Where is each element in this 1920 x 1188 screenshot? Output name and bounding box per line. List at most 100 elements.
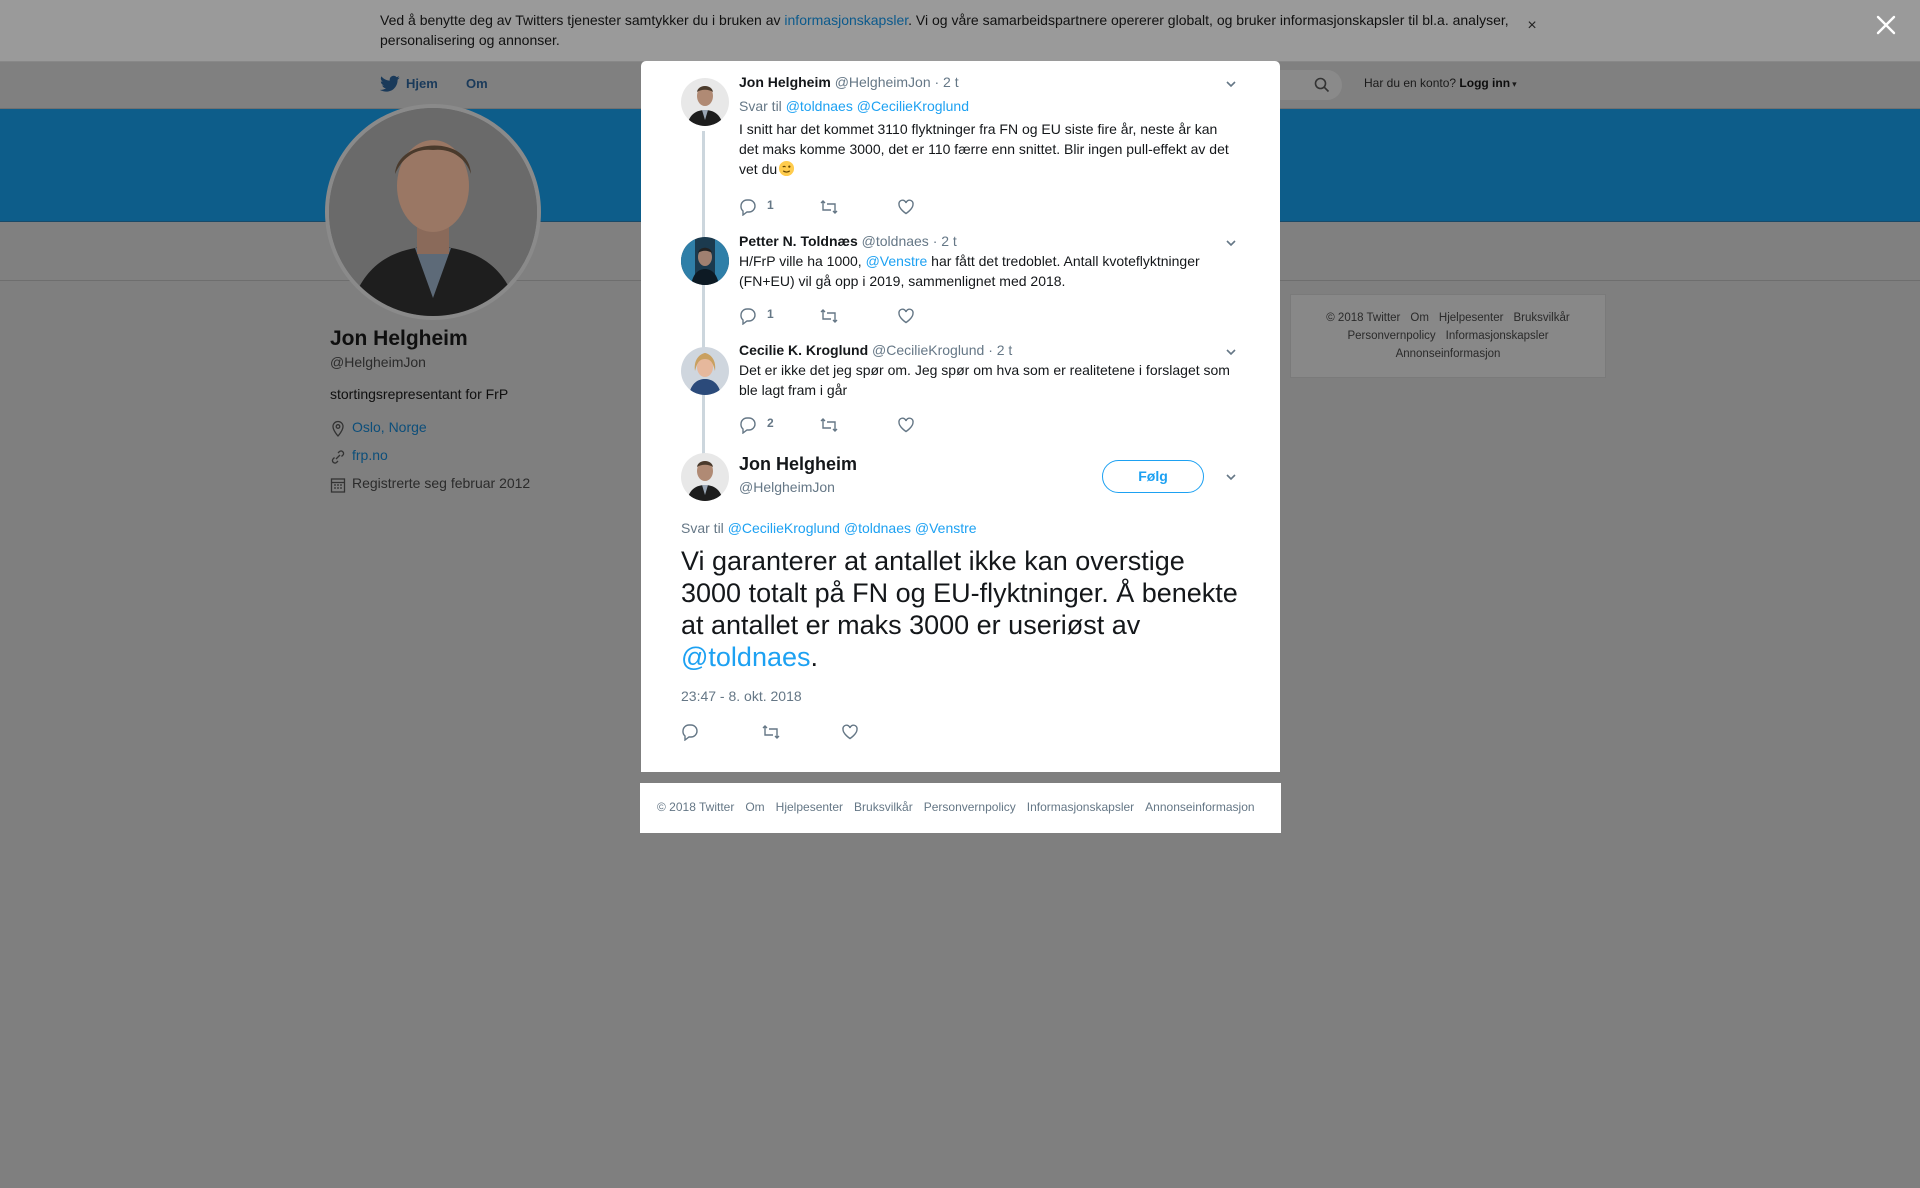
side-footer-privacy[interactable]: Personvernpolicy <box>1347 330 1435 342</box>
like-button[interactable] <box>897 198 915 216</box>
tweet-author-name[interactable]: Cecilie K. Kroglund <box>739 342 868 358</box>
search-icon[interactable] <box>1314 77 1330 98</box>
location-icon <box>330 420 346 441</box>
main-tweet-body: Vi garanterer at antallet ikke kan overs… <box>681 546 1238 640</box>
mention-link[interactable]: @toldnaes <box>844 520 911 536</box>
wink-emoji-icon <box>778 160 795 182</box>
follow-button[interactable]: Følg <box>1102 460 1204 493</box>
retweet-button[interactable] <box>761 723 781 741</box>
side-footer-copyright: © 2018 Twitter <box>1326 312 1401 324</box>
retweet-button[interactable] <box>819 198 839 216</box>
close-icon[interactable] <box>1873 12 1899 38</box>
side-footer-help[interactable]: Hjelpesenter <box>1439 312 1504 324</box>
calendar-icon <box>330 476 346 497</box>
footer-cookies[interactable]: Informasjonskapsler <box>1027 800 1134 814</box>
retweet-button[interactable] <box>819 307 839 325</box>
avatar[interactable] <box>681 453 729 501</box>
reply-count: 2 <box>767 416 774 430</box>
nav-home[interactable]: Hjem <box>406 76 438 91</box>
tweet-time[interactable]: · 2 t <box>935 74 959 90</box>
reply-icon[interactable] <box>739 308 757 329</box>
avatar[interactable] <box>681 347 729 395</box>
tweet-time[interactable]: · 2 t <box>933 233 957 249</box>
reply-label: Svar til <box>739 98 782 114</box>
main-tweet-text: Vi garanterer at antallet ikke kan overs… <box>681 545 1251 673</box>
side-footer-about[interactable]: Om <box>1410 312 1429 324</box>
footer-terms[interactable]: Bruksvilkår <box>854 800 913 814</box>
mention-link[interactable]: @CecilieKroglund <box>728 520 840 536</box>
footer-help[interactable]: Hjelpesenter <box>776 800 843 814</box>
modal-footer: © 2018 Twitter Om Hjelpesenter Bruksvilkår P… <box>640 783 1281 833</box>
profile-handle[interactable]: @HelgheimJon <box>330 354 426 370</box>
like-icon[interactable] <box>897 417 915 438</box>
footer-about[interactable]: Om <box>745 800 764 814</box>
profile-bio: stortingsrepresentant for FrP <box>330 386 509 402</box>
main-tweet-author-handle[interactable]: @HelgheimJon <box>739 479 835 495</box>
mention-link[interactable]: @toldnaes <box>786 98 853 114</box>
cookie-banner: Ved å benytte deg av Twitters tjenester … <box>0 0 1920 62</box>
main-tweet-author-name[interactable]: Jon Helgheim <box>739 454 857 475</box>
side-footer-ads[interactable]: Annonseinformasjon <box>1396 348 1501 360</box>
link-icon <box>330 448 346 469</box>
like-button[interactable] <box>897 307 915 325</box>
twitter-bird-icon[interactable] <box>380 75 400 98</box>
retweet-icon[interactable] <box>819 309 839 329</box>
side-footer-terms[interactable]: Bruksvilkår <box>1513 312 1569 324</box>
like-icon[interactable] <box>841 724 859 745</box>
mention-link[interactable]: @toldnaes <box>681 642 811 672</box>
cookie-info-link[interactable]: informasjonskapsler <box>784 12 908 28</box>
reply-label: Svar til <box>681 520 724 536</box>
reply-icon[interactable] <box>739 417 757 438</box>
tweet-author-name[interactable]: Petter N. Toldnæs <box>739 233 858 249</box>
tweet-author-handle[interactable]: @toldnaes <box>862 233 929 249</box>
thread-tweet[interactable]: Jon Helgheim @HelgheimJon · 2 t Svar til… <box>739 72 1239 182</box>
avatar[interactable] <box>681 237 729 285</box>
tweet-author-handle[interactable]: @CecilieKroglund <box>872 342 984 358</box>
cookie-close-button[interactable]: × <box>1524 18 1540 34</box>
nav-about[interactable]: Om <box>466 76 488 91</box>
tweet-time[interactable]: · 2 t <box>988 342 1012 358</box>
avatar[interactable] <box>681 78 729 126</box>
side-footer-cookies[interactable]: Informasjonskapsler <box>1446 330 1549 342</box>
retweet-icon[interactable] <box>819 200 839 220</box>
tweet-author-name[interactable]: Jon Helgheim <box>739 74 831 90</box>
location-link[interactable]: Oslo, Norge <box>352 419 427 435</box>
main-tweet-reply-to: Svar til @CecilieKroglund @toldnaes @Ven… <box>681 520 977 536</box>
tweet-text: I snitt har det kommet 3110 flyktninger … <box>739 121 1229 177</box>
reply-button[interactable]: 1 <box>739 198 774 217</box>
tweet-text: H/FrP ville ha 1000, <box>739 253 866 269</box>
footer-privacy[interactable]: Personvernpolicy <box>924 800 1016 814</box>
caret-down-icon[interactable]: ▾ <box>1512 79 1517 89</box>
mention-link[interactable]: @Venstre <box>915 520 977 536</box>
retweet-icon[interactable] <box>819 418 839 438</box>
thread-tweet[interactable]: Petter N. Toldnæs @toldnaes · 2 t H/FrP … <box>739 231 1239 291</box>
main-tweet-end: . <box>810 642 819 672</box>
login-link[interactable]: Logg inn <box>1459 76 1510 90</box>
reply-button[interactable]: 2 <box>739 416 774 435</box>
retweet-button[interactable] <box>819 416 839 434</box>
like-button[interactable] <box>897 416 915 434</box>
reply-icon[interactable] <box>681 724 699 745</box>
reply-button[interactable] <box>681 723 699 742</box>
like-icon[interactable] <box>897 199 915 220</box>
tweet-author-handle[interactable]: @HelgheimJon <box>835 74 931 90</box>
footer-copyright: © 2018 Twitter <box>657 800 735 814</box>
reply-icon[interactable] <box>739 199 757 220</box>
retweet-icon[interactable] <box>761 725 781 745</box>
chevron-down-icon[interactable] <box>1224 470 1238 484</box>
mention-link[interactable]: @Venstre <box>866 253 928 269</box>
profile-name[interactable]: Jon Helgheim <box>330 327 468 351</box>
account-prompt: Har du en konto? <box>1364 76 1457 90</box>
like-button[interactable] <box>841 723 859 741</box>
joined-text: Registrerte seg februar 2012 <box>352 475 531 491</box>
like-icon[interactable] <box>897 308 915 329</box>
profile-avatar[interactable] <box>325 104 541 320</box>
footer-ads[interactable]: Annonseinformasjon <box>1145 800 1254 814</box>
reply-count: 1 <box>767 307 774 321</box>
mention-link[interactable]: @CecilieKroglund <box>857 98 969 114</box>
reply-button[interactable]: 1 <box>739 307 774 326</box>
main-tweet-timestamp[interactable]: 23:47 - 8. okt. 2018 <box>681 688 802 704</box>
thread-tweet[interactable]: Cecilie K. Kroglund @CecilieKroglund · 2… <box>739 340 1239 400</box>
website-link[interactable]: frp.no <box>352 447 388 463</box>
tweet-text: Det er ikke det jeg spør om. Jeg spør om… <box>739 362 1230 398</box>
